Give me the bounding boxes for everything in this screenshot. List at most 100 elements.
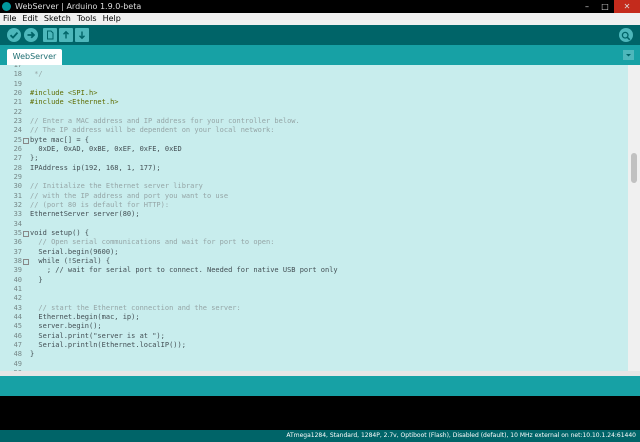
code-line: 25 byte mac[] = {	[0, 136, 628, 145]
code-line: 23 // Enter a MAC address and IP address …	[0, 117, 628, 126]
code-line: 19	[0, 80, 628, 89]
maximize-icon[interactable]: □	[596, 0, 614, 13]
code-line: 45 server.begin();	[0, 322, 628, 331]
code-text: server.begin();	[30, 322, 102, 331]
line-number: 40	[13, 275, 22, 284]
line-number: 27	[13, 154, 22, 163]
code-line: 26 0xDE, 0xAD, 0xBE, 0xEF, 0xFE, 0xED	[0, 145, 628, 154]
fold-icon[interactable]	[23, 258, 29, 265]
line-number: 34	[13, 219, 22, 228]
code-text: Serial.print("server is at ");	[30, 331, 165, 340]
tab-menu-icon[interactable]	[623, 50, 634, 60]
footer-bar: ATmega1284, Standard, 1284P, 2.7v, Optib…	[0, 430, 640, 442]
line-number: 19	[13, 79, 22, 88]
arduino-app-icon	[2, 2, 11, 11]
line-number: 45	[13, 322, 22, 331]
code-line: 43 // start the Ethernet connection and …	[0, 304, 628, 313]
fold-icon[interactable]	[23, 230, 29, 237]
minimize-icon[interactable]: –	[578, 0, 596, 13]
code-lines: 17 18 */19 20 #include <SPI.h> 21 #include <E…	[0, 65, 628, 371]
serial-monitor-icon[interactable]	[619, 28, 633, 42]
code-line: 24 // The IP address will be dependent on…	[0, 126, 628, 135]
code-line: 40 }	[0, 276, 628, 285]
code-line: 49	[0, 360, 628, 369]
code-line: 34	[0, 220, 628, 229]
code-line: 32 // (port 80 is default for HTTP):	[0, 201, 628, 210]
code-text: EthernetServer server(80);	[30, 210, 140, 219]
code-line: 44 Ethernet.begin(mac, ip);	[0, 313, 628, 322]
line-number: 37	[13, 247, 22, 256]
line-number: 46	[13, 331, 22, 340]
title-bar: WebServer | Arduino 1.9.0-beta – □ ✕	[0, 0, 640, 13]
code-line: 48}	[0, 350, 628, 359]
line-number: 26	[13, 144, 22, 153]
code-line: 47 Serial.println(Ethernet.localIP());	[0, 341, 628, 350]
menu-edit[interactable]: Edit	[19, 13, 41, 25]
code-line: 29	[0, 173, 628, 182]
line-number: 41	[13, 284, 22, 293]
code-line: 33 EthernetServer server(80);	[0, 210, 628, 219]
code-text: };	[30, 154, 39, 163]
window-title: WebServer | Arduino 1.9.0-beta	[15, 2, 142, 11]
code-text: IPAddress ip(192, 168, 1, 177);	[30, 163, 161, 172]
code-line: 41	[0, 285, 628, 294]
code-line: 46 Serial.print("server is at ");	[0, 332, 628, 341]
code-line: 42	[0, 294, 628, 303]
code-line: 28 IPAddress ip(192, 168, 1, 177);	[0, 164, 628, 173]
menu-tools[interactable]: Tools	[74, 13, 100, 25]
status-bar	[0, 376, 640, 396]
code-editor[interactable]: 17 18 */19 20 #include <SPI.h> 21 #include <E…	[0, 65, 628, 371]
tab-webserver[interactable]: WebServer	[7, 49, 62, 65]
code-text: // Initialize the Ethernet server librar…	[30, 182, 203, 191]
code-text: }	[30, 350, 35, 359]
save-icon[interactable]	[75, 28, 89, 42]
code-line: 39 ; // wait for serial port to connect.…	[0, 266, 628, 275]
code-line: 35 void setup() {	[0, 229, 628, 238]
code-text: */	[30, 70, 43, 79]
code-line: 37 Serial.begin(9600);	[0, 248, 628, 257]
open-icon[interactable]	[59, 28, 73, 42]
editor-scrollbar[interactable]	[628, 65, 640, 371]
tab-bar: WebServer	[0, 45, 640, 65]
line-number: 24	[13, 126, 22, 135]
verify-icon[interactable]	[7, 28, 21, 42]
fold-icon[interactable]	[23, 137, 29, 144]
line-number: 48	[13, 350, 22, 359]
code-line: 36 // Open serial communications and wai…	[0, 238, 628, 247]
code-text: Serial.println(Ethernet.localIP());	[30, 340, 186, 349]
line-number: 28	[13, 163, 22, 172]
code-text: // Open serial communications and wait f…	[30, 238, 275, 247]
code-text: #include <Ethernet.h>	[30, 98, 119, 107]
code-text: // Enter a MAC address and IP address fo…	[30, 116, 300, 125]
code-line: 18 */	[0, 70, 628, 79]
line-number: 44	[13, 312, 22, 321]
code-text: while (!Serial) {	[30, 256, 111, 265]
code-text: // with the IP address and port you want…	[30, 191, 229, 200]
close-icon[interactable]: ✕	[614, 0, 640, 13]
line-number: 42	[13, 294, 22, 303]
scrollbar-thumb[interactable]	[631, 153, 637, 183]
line-number: 36	[13, 238, 22, 247]
line-number: 18	[13, 70, 22, 79]
code-line: 20 #include <SPI.h>	[0, 89, 628, 98]
line-number: 25	[0, 136, 29, 145]
menu-sketch[interactable]: Sketch	[41, 13, 74, 25]
code-text: Ethernet.begin(mac, ip);	[30, 312, 140, 321]
code-text: void setup() {	[30, 228, 90, 237]
code-line: 21 #include <Ethernet.h>	[0, 98, 628, 107]
code-text: byte mac[] = {	[30, 135, 90, 144]
code-text: // start the Ethernet connection and the…	[30, 303, 241, 312]
code-line: 30 // Initialize the Ethernet server libr…	[0, 182, 628, 191]
new-icon[interactable]	[43, 28, 57, 42]
upload-icon[interactable]	[24, 28, 38, 42]
line-number: 29	[13, 172, 22, 181]
menu-file[interactable]: File	[0, 13, 19, 25]
board-status: ATmega1284, Standard, 1284P, 2.7v, Optib…	[286, 432, 636, 439]
line-number: 35	[0, 229, 29, 238]
menu-help[interactable]: Help	[100, 13, 124, 25]
window-controls: – □ ✕	[578, 0, 640, 13]
